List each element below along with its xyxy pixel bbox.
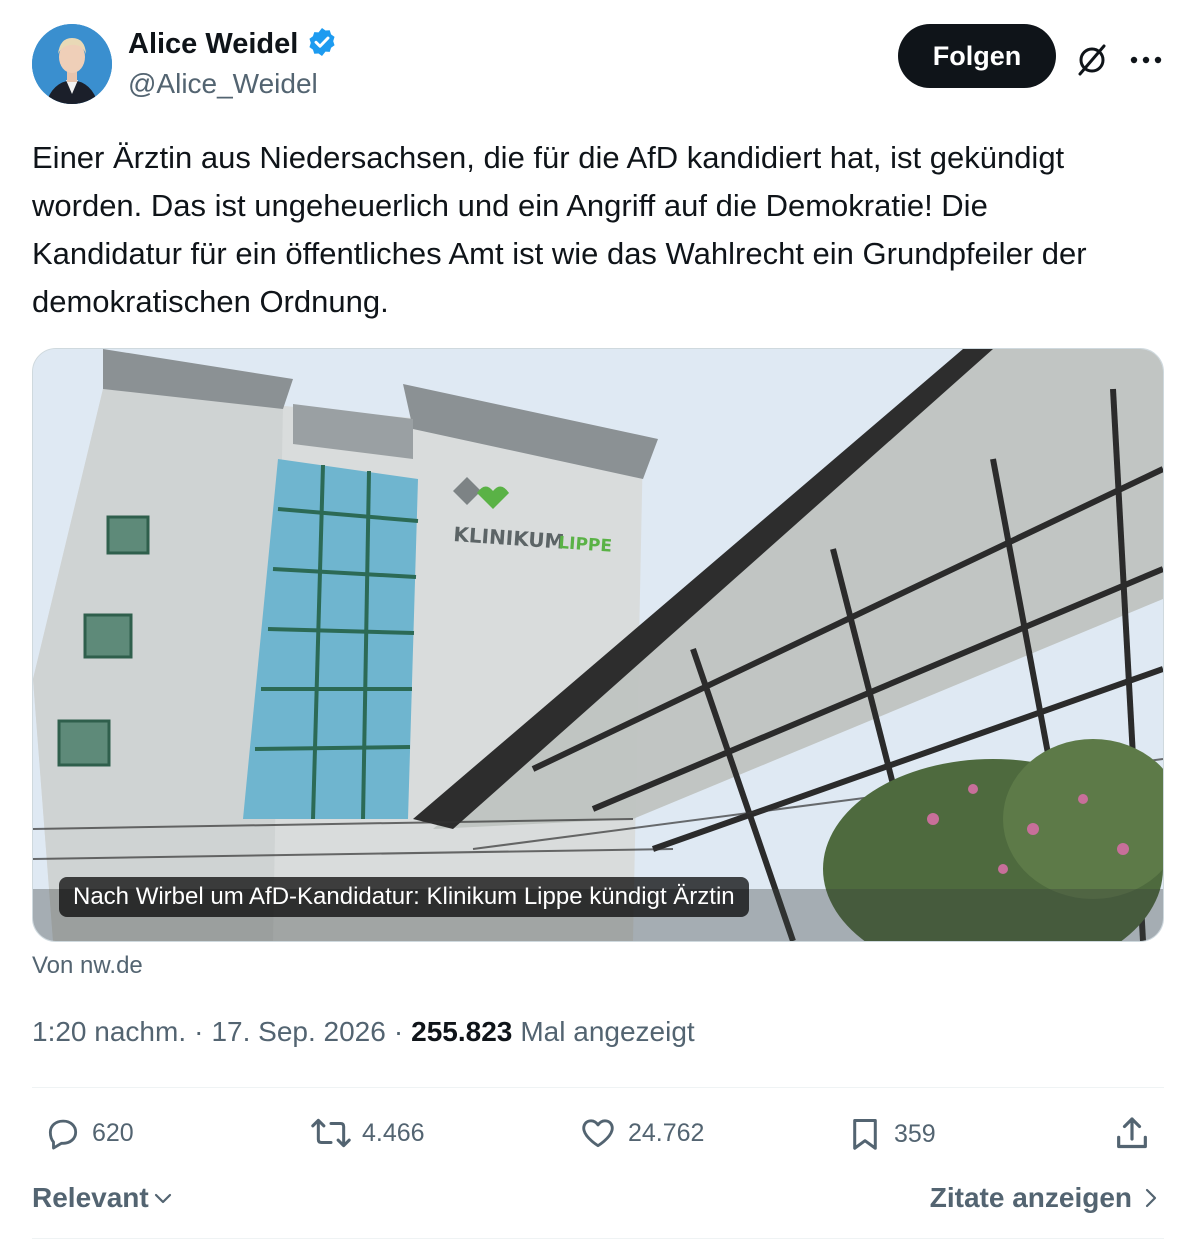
slashed-circle-icon[interactable] — [1070, 38, 1114, 82]
avatar-image — [32, 24, 112, 104]
card-photo: KLINIKUM LIPPE — [33, 349, 1163, 941]
like-button[interactable]: 24.762 — [578, 1114, 704, 1152]
repost-count: 4.466 — [362, 1118, 425, 1147]
bookmark-icon — [853, 1119, 877, 1150]
meta-separator: · — [393, 1016, 404, 1047]
bookmark-button[interactable]: 359 — [846, 1114, 936, 1154]
avatar[interactable] — [32, 24, 112, 104]
quotes-label: Zitate anzeigen — [929, 1182, 1132, 1213]
verified-badge-icon — [306, 26, 338, 63]
tweet-date[interactable]: 17. Sep. 2026 — [211, 1016, 385, 1048]
card-source[interactable]: Von nw.de — [32, 952, 143, 980]
author-name-row[interactable]: Alice Weidel — [128, 26, 338, 63]
view-count: 255.823 — [411, 1016, 513, 1047]
author-name[interactable]: Alice Weidel — [128, 28, 298, 61]
repost-button[interactable]: 4.466 — [310, 1114, 425, 1152]
share-icon — [1117, 1117, 1147, 1149]
more-dots-icon[interactable] — [1124, 38, 1168, 82]
view-quotes-link[interactable]: Zitate anzeigen — [930, 1182, 1160, 1214]
tweet-time[interactable]: 1:20 nachm. — [32, 1016, 186, 1048]
follow-button[interactable]: Folgen — [898, 24, 1056, 88]
building-sign-accent: LIPPE — [558, 533, 613, 557]
bookmark-count: 359 — [894, 1119, 936, 1148]
sort-label: Relevant — [32, 1182, 149, 1213]
heart-icon — [582, 1119, 614, 1148]
tweet-meta: 1:20 nachm. · 17. Sep. 2026 · 255.823 Ma… — [32, 1016, 695, 1048]
view-label: Mal angezeigt — [520, 1016, 695, 1047]
reply-button[interactable]: 620 — [44, 1114, 134, 1152]
share-button[interactable] — [1112, 1114, 1152, 1154]
link-card[interactable]: KLINIKUM LIPPE Nach Wirbel um AfD-Kandid… — [32, 348, 1164, 942]
chevron-right-icon — [1145, 1188, 1157, 1208]
repost-icon — [311, 1118, 351, 1148]
divider — [32, 1087, 1164, 1088]
author-handle[interactable]: @Alice_Weidel — [128, 68, 318, 100]
chevron-down-icon — [154, 1193, 171, 1204]
meta-separator: · — [194, 1016, 204, 1047]
sort-dropdown[interactable]: Relevant — [32, 1182, 175, 1214]
tweet-text: Einer Ärztin aus Niedersachsen, die für … — [32, 140, 1087, 319]
divider — [32, 1238, 1164, 1239]
card-caption: Nach Wirbel um AfD-Kandidatur: Klinikum … — [59, 877, 749, 917]
like-count: 24.762 — [628, 1118, 705, 1147]
reply-count: 620 — [92, 1118, 134, 1147]
reply-icon — [48, 1119, 78, 1150]
